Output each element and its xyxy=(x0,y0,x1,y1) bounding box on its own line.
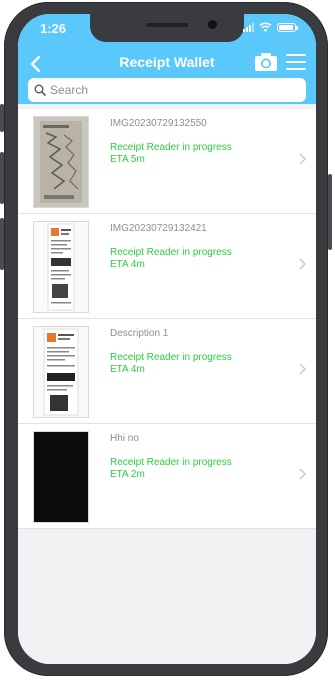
list-item[interactable]: IMG20230729132421 Receipt Reader in prog… xyxy=(18,214,316,319)
battery-icon xyxy=(277,22,298,32)
signal-icon xyxy=(243,22,254,32)
camera-icon[interactable] xyxy=(254,52,278,72)
phone-frame: 1:26 Receipt Wallet Search IMG2023072913… xyxy=(0,2,332,676)
receipt-eta: ETA 2m xyxy=(110,469,145,480)
receipt-title: IMG20230729132550 xyxy=(110,118,207,129)
wifi-icon xyxy=(259,22,272,32)
receipt-status: Receipt Reader in progress xyxy=(110,247,232,258)
receipt-title: IMG20230729132421 xyxy=(110,223,207,234)
receipt-list: IMG20230729132550 Receipt Reader in prog… xyxy=(18,109,316,529)
receipt-eta: ETA 5m xyxy=(110,154,145,165)
list-item[interactable]: Description 1 Receipt Reader in progress… xyxy=(18,319,316,424)
front-camera xyxy=(208,20,217,29)
status-time: 1:26 xyxy=(40,21,67,36)
app-header: 1:26 Receipt Wallet xyxy=(18,14,316,104)
speaker xyxy=(146,23,188,27)
notch xyxy=(90,14,244,42)
chevron-right-icon xyxy=(299,153,306,165)
volume-down-button xyxy=(0,218,4,270)
chevron-right-icon xyxy=(299,363,306,375)
screen: 1:26 Receipt Wallet Search IMG2023072913… xyxy=(18,14,316,664)
receipt-eta: ETA 4m xyxy=(110,259,145,270)
menu-icon[interactable] xyxy=(286,54,306,70)
receipt-thumbnail xyxy=(34,432,88,522)
receipt-title: Hhi no xyxy=(110,433,139,444)
chevron-right-icon xyxy=(299,468,306,480)
receipt-thumbnail xyxy=(34,222,88,312)
search-icon xyxy=(34,84,46,96)
receipt-status: Receipt Reader in progress xyxy=(110,352,232,363)
status-icons xyxy=(243,22,298,32)
receipt-thumbnail xyxy=(34,327,88,417)
volume-up-button xyxy=(0,152,4,204)
search-input[interactable] xyxy=(46,83,280,97)
empty-area xyxy=(18,532,316,664)
receipt-thumbnail xyxy=(34,117,88,207)
list-item[interactable]: IMG20230729132550 Receipt Reader in prog… xyxy=(18,109,316,214)
chevron-right-icon xyxy=(299,258,306,270)
receipt-eta: ETA 4m xyxy=(110,364,145,375)
mute-switch xyxy=(0,104,4,132)
receipt-title: Description 1 xyxy=(110,328,169,339)
receipt-status: Receipt Reader in progress xyxy=(110,142,232,153)
power-button xyxy=(328,174,332,250)
search-bar[interactable] xyxy=(28,78,306,102)
receipt-status: Receipt Reader in progress xyxy=(110,457,232,468)
list-item[interactable]: Hhi no Receipt Reader in progress ETA 2m xyxy=(18,424,316,529)
